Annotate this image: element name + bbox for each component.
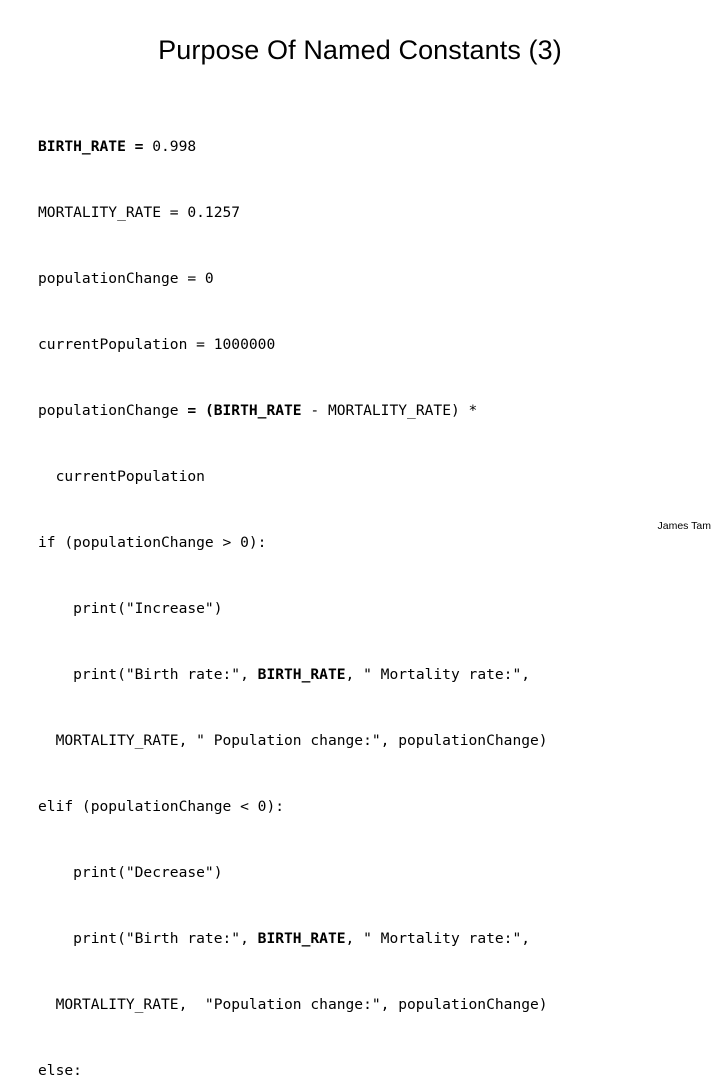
- code-block: BIRTH_RATE = 0.998 MORTALITY_RATE = 0.12…: [38, 92, 678, 1080]
- code-line: MORTALITY_RATE = 0.1257: [38, 204, 241, 221]
- code-line: else:: [38, 1062, 82, 1079]
- code-line: currentPopulation: [38, 468, 205, 485]
- code-line: print("Birth rate:", BIRTH_RATE, " Morta…: [38, 930, 531, 947]
- code-line: print("Decrease"): [38, 864, 223, 881]
- code-line: print("Birth rate:", BIRTH_RATE, " Morta…: [38, 666, 531, 683]
- code-line: MORTALITY_RATE, "Population change:", po…: [38, 996, 548, 1013]
- page-title: Purpose Of Named Constants (3): [158, 35, 562, 65]
- code-line: populationChange = (BIRTH_RATE - MORTALI…: [38, 402, 478, 419]
- code-line: print("Increase"): [38, 600, 223, 617]
- code-line: MORTALITY_RATE, " Population change:", p…: [38, 732, 548, 749]
- code-line: BIRTH_RATE = 0.998: [38, 138, 197, 155]
- slide-canvas: Purpose Of Named Constants (3) BIRTH_RAT…: [0, 0, 720, 1079]
- code-line: if (populationChange > 0):: [38, 534, 267, 551]
- code-line: currentPopulation = 1000000: [38, 336, 276, 353]
- code-line: elif (populationChange < 0):: [38, 798, 285, 815]
- code-line: populationChange = 0: [38, 270, 214, 287]
- footer-author-credit: James Tam: [657, 520, 712, 532]
